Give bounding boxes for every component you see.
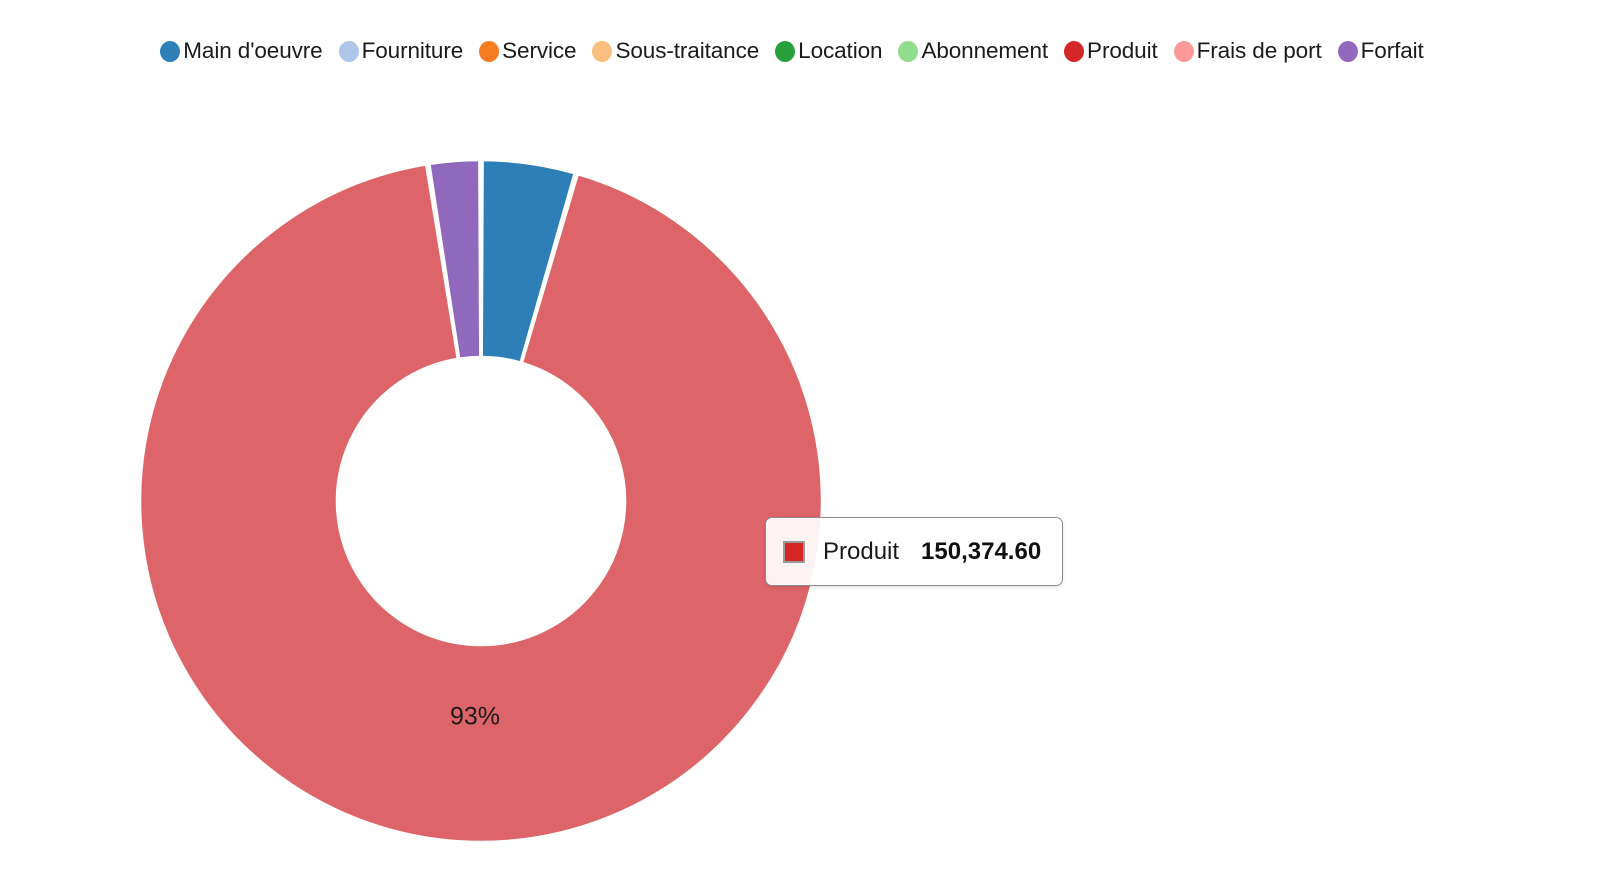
- donut-svg: 93%: [138, 158, 824, 844]
- donut-slice-group: [138, 158, 824, 844]
- chart-page: Main d'oeuvre Fourniture Service Sous-trait…: [0, 0, 1600, 895]
- donut-chart: 93%: [0, 0, 1600, 895]
